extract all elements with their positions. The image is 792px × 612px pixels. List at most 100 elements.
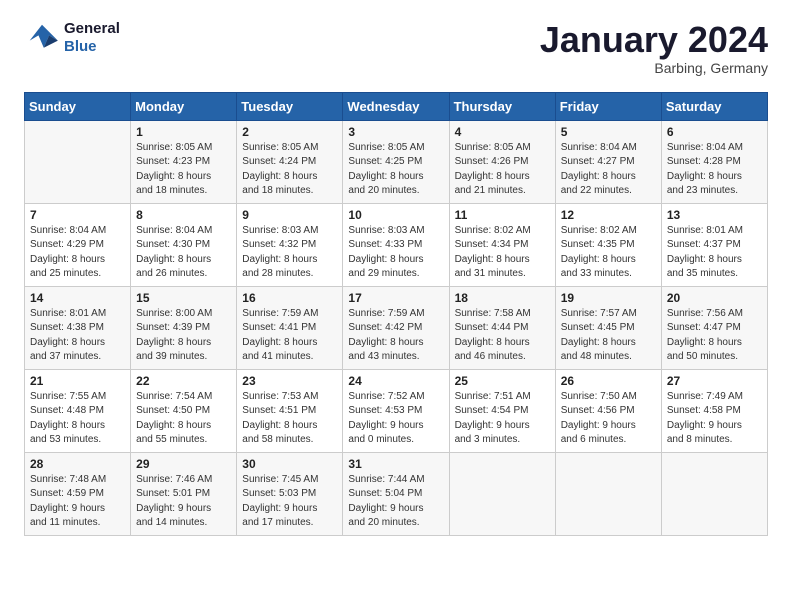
day-info: Sunrise: 8:02 AM Sunset: 4:35 PM Dayligh… [561, 224, 656, 282]
location: Barbing, Germany [540, 60, 768, 76]
calendar-header-row: SundayMondayTuesdayWednesdayThursdayFrid… [25, 92, 768, 120]
day-number: 29 [136, 457, 231, 471]
day-number: 12 [561, 208, 656, 222]
day-info: Sunrise: 7:49 AM Sunset: 4:58 PM Dayligh… [667, 390, 762, 448]
calendar-day-cell: 3Sunrise: 8:05 AM Sunset: 4:25 PM Daylig… [343, 120, 449, 203]
calendar-day-cell: 20Sunrise: 7:56 AM Sunset: 4:47 PM Dayli… [661, 286, 767, 369]
day-number: 24 [348, 374, 443, 388]
day-number: 30 [242, 457, 337, 471]
day-number: 2 [242, 125, 337, 139]
day-info: Sunrise: 7:46 AM Sunset: 5:01 PM Dayligh… [136, 473, 231, 531]
day-number: 28 [30, 457, 125, 471]
calendar-day-cell: 11Sunrise: 8:02 AM Sunset: 4:34 PM Dayli… [449, 203, 555, 286]
day-number: 17 [348, 291, 443, 305]
day-number: 15 [136, 291, 231, 305]
calendar-day-cell: 14 Sunrise: 8:01 AM Sunset: 4:38 PM Dayli… [25, 286, 131, 369]
day-info: Sunrise: 7:59 AM Sunset: 4:42 PM Dayligh… [348, 307, 443, 365]
day-number: 22 [136, 374, 231, 388]
day-number: 6 [667, 125, 762, 139]
day-info: Sunrise: 8:01 AM Sunset: 4:38 PM Dayligh… [30, 307, 125, 365]
logo: General Blue [24, 20, 120, 56]
day-number: 1 [136, 125, 231, 139]
day-number: 7 [30, 208, 125, 222]
day-info: Sunrise: 7:59 AM Sunset: 4:41 PM Dayligh… [242, 307, 337, 365]
calendar-day-cell: 30 Sunrise: 7:45 AM Sunset: 5:03 PM Dayli… [237, 452, 343, 535]
day-info: Sunrise: 7:48 AM Sunset: 4:59 PM Dayligh… [30, 473, 125, 531]
day-info: Sunrise: 7:50 AM Sunset: 4:56 PM Dayligh… [561, 390, 656, 448]
day-info: Sunrise: 7:58 AM Sunset: 4:44 PM Dayligh… [455, 307, 550, 365]
day-info: Sunrise: 8:04 AM Sunset: 4:28 PM Dayligh… [667, 141, 762, 199]
day-number: 4 [455, 125, 550, 139]
day-info: Sunrise: 8:03 AM Sunset: 4:33 PM Dayligh… [348, 224, 443, 282]
day-info: Sunrise: 8:05 AM Sunset: 4:26 PM Dayligh… [455, 141, 550, 199]
day-number: 16 [242, 291, 337, 305]
calendar-day-cell: 5Sunrise: 8:04 AM Sunset: 4:27 PM Daylig… [555, 120, 661, 203]
calendar-day-cell: 16 Sunrise: 7:59 AM Sunset: 4:41 PM Dayli… [237, 286, 343, 369]
day-info: Sunrise: 7:57 AM Sunset: 4:45 PM Dayligh… [561, 307, 656, 365]
calendar-day-cell: 2 Sunrise: 8:05 AM Sunset: 4:24 PM Daylig… [237, 120, 343, 203]
day-info: Sunrise: 8:03 AM Sunset: 4:32 PM Dayligh… [242, 224, 337, 282]
calendar-day-cell: 12 Sunrise: 8:02 AM Sunset: 4:35 PM Dayli… [555, 203, 661, 286]
calendar-day-cell: 7Sunrise: 8:04 AM Sunset: 4:29 PM Daylig… [25, 203, 131, 286]
day-number: 27 [667, 374, 762, 388]
day-info: Sunrise: 7:55 AM Sunset: 4:48 PM Dayligh… [30, 390, 125, 448]
calendar-day-cell [661, 452, 767, 535]
calendar-day-cell: 21 Sunrise: 7:55 AM Sunset: 4:48 PM Dayli… [25, 369, 131, 452]
day-of-week-header: Friday [555, 92, 661, 120]
day-number: 11 [455, 208, 550, 222]
calendar-day-cell: 28 Sunrise: 7:48 AM Sunset: 4:59 PM Dayli… [25, 452, 131, 535]
calendar-day-cell: 4 Sunrise: 8:05 AM Sunset: 4:26 PM Daylig… [449, 120, 555, 203]
day-number: 23 [242, 374, 337, 388]
calendar-day-cell: 17 Sunrise: 7:59 AM Sunset: 4:42 PM Dayli… [343, 286, 449, 369]
day-info: Sunrise: 7:54 AM Sunset: 4:50 PM Dayligh… [136, 390, 231, 448]
calendar-day-cell: 23 Sunrise: 7:53 AM Sunset: 4:51 PM Dayli… [237, 369, 343, 452]
title-block: January 2024 Barbing, Germany [540, 20, 768, 76]
calendar-day-cell [25, 120, 131, 203]
calendar-day-cell: 25 Sunrise: 7:51 AM Sunset: 4:54 PM Dayli… [449, 369, 555, 452]
calendar-week-row: 21 Sunrise: 7:55 AM Sunset: 4:48 PM Dayli… [25, 369, 768, 452]
day-of-week-header: Tuesday [237, 92, 343, 120]
page-header: General Blue January 2024 Barbing, Germa… [24, 20, 768, 76]
calendar-day-cell [449, 452, 555, 535]
day-info: Sunrise: 8:05 AM Sunset: 4:23 PM Dayligh… [136, 141, 231, 199]
day-number: 19 [561, 291, 656, 305]
day-number: 10 [348, 208, 443, 222]
day-info: Sunrise: 7:52 AM Sunset: 4:53 PM Dayligh… [348, 390, 443, 448]
day-number: 3 [348, 125, 443, 139]
day-info: Sunrise: 8:05 AM Sunset: 4:24 PM Dayligh… [242, 141, 337, 199]
day-info: Sunrise: 7:53 AM Sunset: 4:51 PM Dayligh… [242, 390, 337, 448]
day-info: Sunrise: 7:45 AM Sunset: 5:03 PM Dayligh… [242, 473, 337, 531]
calendar-week-row: 7Sunrise: 8:04 AM Sunset: 4:29 PM Daylig… [25, 203, 768, 286]
calendar-day-cell: 26Sunrise: 7:50 AM Sunset: 4:56 PM Dayli… [555, 369, 661, 452]
day-number: 8 [136, 208, 231, 222]
day-number: 21 [30, 374, 125, 388]
calendar-week-row: 14 Sunrise: 8:01 AM Sunset: 4:38 PM Dayli… [25, 286, 768, 369]
logo-text: General Blue [64, 20, 120, 56]
calendar-day-cell: 10 Sunrise: 8:03 AM Sunset: 4:33 PM Dayli… [343, 203, 449, 286]
calendar-day-cell: 13Sunrise: 8:01 AM Sunset: 4:37 PM Dayli… [661, 203, 767, 286]
calendar-day-cell: 27 Sunrise: 7:49 AM Sunset: 4:58 PM Dayli… [661, 369, 767, 452]
day-number: 9 [242, 208, 337, 222]
calendar-day-cell: 24 Sunrise: 7:52 AM Sunset: 4:53 PM Dayli… [343, 369, 449, 452]
day-number: 20 [667, 291, 762, 305]
day-number: 14 [30, 291, 125, 305]
calendar-day-cell: 29 Sunrise: 7:46 AM Sunset: 5:01 PM Dayli… [131, 452, 237, 535]
day-info: Sunrise: 8:04 AM Sunset: 4:30 PM Dayligh… [136, 224, 231, 282]
calendar-body: 1 Sunrise: 8:05 AM Sunset: 4:23 PM Daylig… [25, 120, 768, 535]
day-of-week-header: Sunday [25, 92, 131, 120]
day-number: 25 [455, 374, 550, 388]
calendar-week-row: 28 Sunrise: 7:48 AM Sunset: 4:59 PM Dayli… [25, 452, 768, 535]
calendar-week-row: 1 Sunrise: 8:05 AM Sunset: 4:23 PM Daylig… [25, 120, 768, 203]
calendar-day-cell: 15Sunrise: 8:00 AM Sunset: 4:39 PM Dayli… [131, 286, 237, 369]
day-of-week-header: Monday [131, 92, 237, 120]
calendar-day-cell: 8 Sunrise: 8:04 AM Sunset: 4:30 PM Daylig… [131, 203, 237, 286]
day-number: 13 [667, 208, 762, 222]
day-of-week-header: Wednesday [343, 92, 449, 120]
day-number: 18 [455, 291, 550, 305]
calendar-day-cell: 31Sunrise: 7:44 AM Sunset: 5:04 PM Dayli… [343, 452, 449, 535]
day-of-week-header: Thursday [449, 92, 555, 120]
day-number: 31 [348, 457, 443, 471]
calendar-day-cell: 9 Sunrise: 8:03 AM Sunset: 4:32 PM Daylig… [237, 203, 343, 286]
day-info: Sunrise: 7:51 AM Sunset: 4:54 PM Dayligh… [455, 390, 550, 448]
calendar-day-cell: 22 Sunrise: 7:54 AM Sunset: 4:50 PM Dayli… [131, 369, 237, 452]
